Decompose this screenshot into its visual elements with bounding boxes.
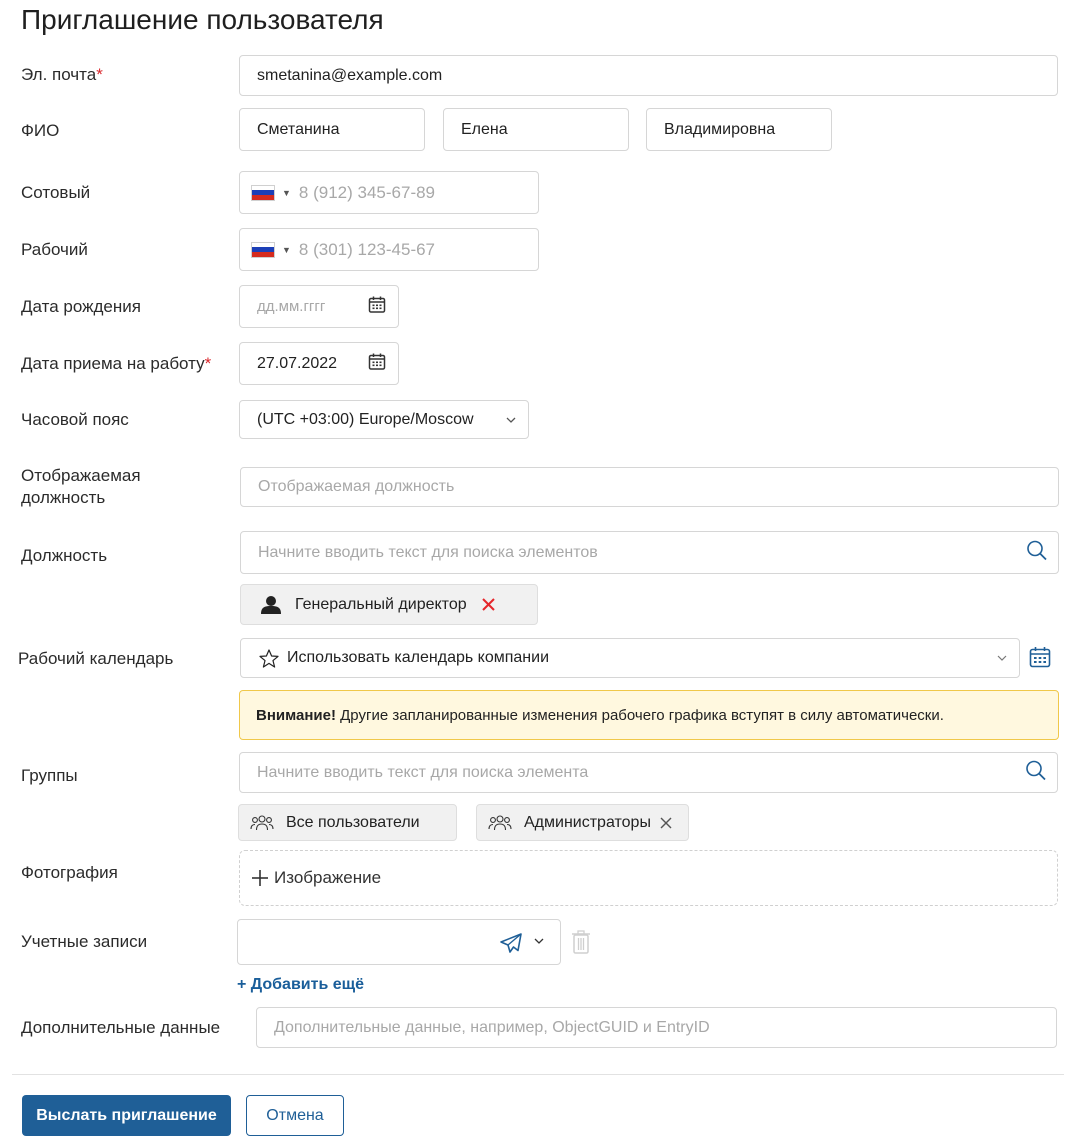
email-field[interactable]: smetanina@example.com [239, 55, 1058, 96]
remove-group-icon[interactable] [660, 817, 672, 829]
calendar-warning: Внимание! Другие запланированные изменен… [239, 690, 1059, 740]
groups-search-placeholder: Начните вводить текст для поиска элемент… [257, 763, 589, 781]
telegram-icon [500, 933, 522, 953]
work-calendar-value: Использовать календарь компании [287, 649, 549, 666]
fio-label: ФИО [21, 121, 60, 140]
russia-flag-icon[interactable] [251, 184, 275, 201]
extra-data-field[interactable]: Дополнительные данные, например, ObjectG… [256, 1007, 1057, 1048]
chevron-down-icon[interactable] [506, 411, 516, 429]
photo-upload-area[interactable]: Изображение [239, 850, 1058, 906]
display-position-placeholder: Отображаемая должность [258, 478, 455, 495]
trash-icon[interactable] [571, 930, 591, 959]
group-chip-label: Все пользователи [286, 813, 420, 831]
russia-flag-icon[interactable] [251, 241, 275, 258]
required-marker: * [96, 65, 103, 84]
chevron-down-icon[interactable] [534, 938, 544, 945]
position-chip: Генеральный директор [240, 584, 538, 625]
chevron-down-icon[interactable] [997, 649, 1007, 667]
plus-icon [250, 868, 270, 888]
extra-data-placeholder: Дополнительные данные, например, ObjectG… [274, 1018, 710, 1036]
remove-position-icon[interactable] [481, 598, 495, 611]
users-group-icon [488, 814, 512, 831]
work-phone-field[interactable]: ▼ 8 (301) 123-45-67 [239, 228, 539, 271]
mobile-phone-field[interactable]: ▼ 8 (912) 345-67-89 [239, 171, 539, 214]
birth-date-placeholder: дд.мм.гггг [257, 298, 326, 315]
groups-label: Группы [21, 766, 78, 785]
work-phone-placeholder: 8 (301) 123-45-67 [298, 239, 436, 259]
last-name-value: Сметанина [257, 120, 340, 138]
group-chip-all-users: Все пользователи [238, 804, 457, 841]
calendar-settings-icon[interactable] [1029, 646, 1051, 673]
birth-date-field[interactable]: дд.мм.гггг [239, 285, 399, 328]
groups-search-input[interactable]: Начните вводить текст для поиска элемент… [239, 752, 1058, 793]
email-label-text: Эл. почта [21, 65, 97, 84]
display-position-label-line2: должность [21, 488, 106, 507]
display-position-label: Отображаемая должность [21, 465, 141, 509]
work-calendar-label: Рабочий календарь [18, 649, 174, 668]
middle-name-field[interactable]: Владимировна [646, 108, 832, 151]
timezone-label: Часовой пояс [21, 410, 129, 429]
email-label: Эл. почта* [21, 64, 103, 86]
last-name-field[interactable]: Сметанина [239, 108, 425, 151]
add-account-link[interactable]: + Добавить ещё [237, 976, 364, 994]
position-search-input[interactable]: Начните вводить текст для поиска элемент… [240, 531, 1059, 574]
mobile-placeholder: 8 (912) 345-67-89 [298, 182, 436, 202]
calendar-icon[interactable] [368, 295, 386, 318]
calendar-icon[interactable] [368, 352, 386, 375]
search-icon[interactable] [1026, 539, 1048, 566]
position-label: Должность [21, 546, 108, 565]
add-image-label: Изображение [274, 868, 382, 887]
accounts-label: Учетные записи [21, 932, 148, 951]
warning-title: Внимание! [256, 706, 336, 724]
display-position-label-line1: Отображаемая [21, 466, 141, 485]
group-chip-admins: Администраторы [476, 804, 689, 841]
work-phone-label: Рабочий [21, 240, 88, 259]
display-position-field[interactable]: Отображаемая должность [240, 467, 1059, 507]
send-invitation-button[interactable]: Выслать приглашение [22, 1095, 231, 1136]
photo-label: Фотография [21, 863, 118, 882]
hire-date-label-text: Дата приема на работу [21, 354, 205, 373]
extra-data-label: Дополнительные данные [21, 1018, 221, 1037]
cancel-button[interactable]: Отмена [246, 1095, 344, 1136]
person-icon [261, 595, 281, 614]
timezone-value: (UTC +03:00) Europe/Moscow [257, 410, 474, 428]
footer-divider [12, 1074, 1064, 1075]
work-calendar-select[interactable]: Использовать календарь компании [240, 638, 1020, 678]
timezone-select[interactable]: (UTC +03:00) Europe/Moscow [239, 400, 529, 439]
search-icon[interactable] [1025, 759, 1047, 786]
birth-date-label: Дата рождения [21, 297, 141, 316]
account-field[interactable] [237, 919, 561, 965]
country-dropdown-icon[interactable]: ▼ [282, 245, 291, 255]
hire-date-label: Дата приема на работу* [21, 353, 211, 375]
country-dropdown-icon[interactable]: ▼ [282, 188, 291, 198]
first-name-value: Елена [461, 120, 508, 138]
position-chip-label: Генеральный директор [295, 595, 467, 613]
users-group-icon [250, 814, 274, 831]
hire-date-field[interactable]: 27.07.2022 [239, 342, 399, 385]
email-value: smetanina@example.com [257, 66, 443, 84]
warning-text: Другие запланированные изменения рабочег… [335, 706, 944, 724]
first-name-field[interactable]: Елена [443, 108, 629, 151]
middle-name-value: Владимировна [664, 120, 776, 138]
position-search-placeholder: Начните вводить текст для поиска элемент… [258, 543, 598, 561]
group-chip-label: Администраторы [524, 813, 651, 831]
page-title: Приглашение пользователя [21, 4, 384, 35]
required-marker: * [204, 354, 212, 373]
hire-date-value: 27.07.2022 [257, 354, 338, 372]
star-icon [259, 648, 279, 668]
mobile-label: Сотовый [21, 183, 91, 202]
